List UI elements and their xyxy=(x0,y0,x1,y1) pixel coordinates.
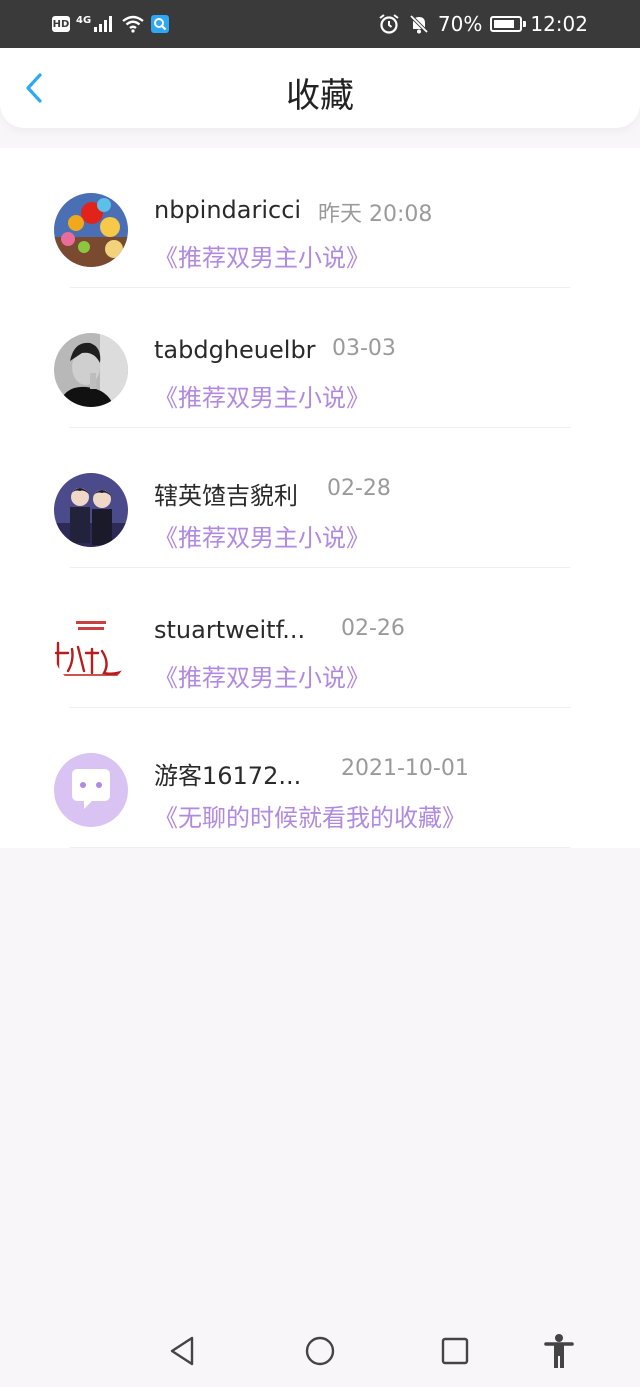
avatar[interactable] xyxy=(54,753,128,827)
home-circle-icon xyxy=(305,1336,335,1366)
user-name[interactable]: tabdgheuelbr xyxy=(154,336,316,364)
back-triangle-icon xyxy=(170,1336,194,1366)
search-app-icon xyxy=(151,15,170,33)
book-title-link[interactable]: 《推荐双男主小说》 xyxy=(154,238,370,273)
avatar[interactable] xyxy=(54,193,128,267)
user-name[interactable]: nbpindaricci xyxy=(154,196,301,224)
battery-percent: 70% xyxy=(437,12,483,36)
book-title-link[interactable]: 《推荐双男主小说》 xyxy=(154,518,370,553)
nav-back-button[interactable] xyxy=(162,1331,202,1371)
book-title-link[interactable]: 《推荐双男主小说》 xyxy=(154,658,370,693)
alarm-icon xyxy=(379,14,399,34)
favorites-list: nbpindaricci 昨天 20:08 《推荐双男主小说》 tabdgheu… xyxy=(0,148,640,848)
avatar[interactable] xyxy=(54,333,128,407)
system-nav-bar xyxy=(0,1315,640,1387)
battery-icon xyxy=(490,16,527,32)
user-name[interactable]: 游客16172... xyxy=(154,756,301,791)
favorite-item[interactable]: stuartweitf... 02-26 《推荐双男主小说》 xyxy=(0,568,640,708)
nav-recents-button[interactable] xyxy=(435,1331,475,1371)
timestamp: 昨天 20:08 xyxy=(318,202,433,227)
divider xyxy=(70,847,570,848)
calligraphy-photo xyxy=(54,613,128,687)
header-bar: 收藏 xyxy=(0,48,640,128)
portrait-photo xyxy=(54,333,128,407)
hd-badge: HD xyxy=(52,16,70,32)
avatar[interactable] xyxy=(54,473,128,547)
timestamp: 2021-10-01 xyxy=(341,756,469,781)
accessibility-icon xyxy=(544,1334,574,1368)
mute-icon xyxy=(409,14,429,34)
recents-square-icon xyxy=(441,1337,469,1365)
favorite-item[interactable]: tabdgheuelbr 03-03 《推荐双男主小说》 xyxy=(0,288,640,428)
anime-photo xyxy=(54,473,128,547)
timestamp: 02-28 xyxy=(327,476,391,501)
user-name[interactable]: 辖英馇吉貌利 xyxy=(154,476,298,511)
accessibility-button[interactable] xyxy=(539,1331,579,1371)
nav-home-button[interactable] xyxy=(300,1331,340,1371)
book-title-link[interactable]: 《无聊的时候就看我的收藏》 xyxy=(154,798,466,833)
avatar[interactable] xyxy=(54,613,128,687)
favorite-item[interactable]: 辖英馇吉貌利 02-28 《推荐双男主小说》 xyxy=(0,428,640,568)
balloons-photo xyxy=(54,193,128,267)
page-title: 收藏 xyxy=(286,76,354,116)
book-title-link[interactable]: 《推荐双男主小说》 xyxy=(154,378,370,413)
favorite-item[interactable]: nbpindaricci 昨天 20:08 《推荐双男主小说》 xyxy=(0,148,640,288)
network-type-label: 4G xyxy=(76,14,92,26)
timestamp: 02-26 xyxy=(341,616,405,641)
timestamp: 03-03 xyxy=(332,336,396,361)
clock: 12:02 xyxy=(530,12,588,36)
signal-icon xyxy=(94,16,113,32)
user-name[interactable]: stuartweitf... xyxy=(154,616,305,644)
favorite-item[interactable]: 游客16172... 2021-10-01 《无聊的时候就看我的收藏》 xyxy=(0,708,640,848)
status-bar: HD 4G 70% 12:02 xyxy=(0,0,640,48)
chat-bubble-avatar xyxy=(54,753,128,827)
wifi-icon xyxy=(122,15,144,33)
